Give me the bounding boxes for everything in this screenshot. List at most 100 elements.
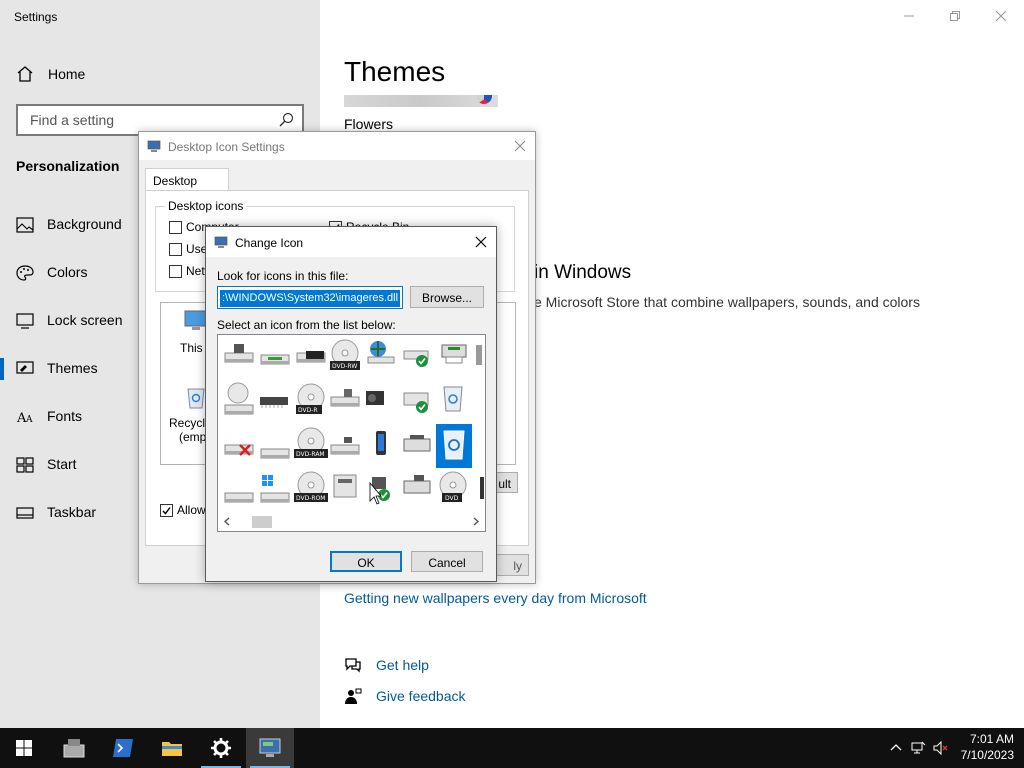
get-help-label: Get help bbox=[376, 657, 429, 673]
desktop-settings-icon bbox=[147, 140, 161, 152]
network-printer-icon[interactable] bbox=[403, 435, 431, 452]
search-input[interactable] bbox=[28, 111, 268, 129]
change-icon-app-icon bbox=[214, 236, 228, 248]
dvd-r-disc-icon[interactable]: DVD-R bbox=[296, 383, 325, 414]
taskbar-control-panel[interactable] bbox=[246, 728, 294, 768]
icon-file-path-field[interactable] bbox=[217, 286, 403, 309]
volume-muted-icon[interactable] bbox=[933, 740, 949, 756]
taskbar-powershell[interactable] bbox=[99, 728, 147, 768]
taskbar: 7:01 AM 7/10/2023 bbox=[0, 728, 1024, 768]
printer-icon[interactable] bbox=[441, 344, 467, 364]
recycle-full-icon[interactable] bbox=[443, 386, 463, 412]
wallpaper-link[interactable]: Getting new wallpapers every day from Mi… bbox=[344, 590, 647, 606]
cancel-button[interactable]: Cancel bbox=[411, 551, 483, 572]
chevron-up-icon[interactable] bbox=[888, 740, 904, 756]
dialog-titlebar[interactable]: Desktop Icon Settings bbox=[139, 132, 535, 160]
nav-label: Fonts bbox=[47, 408, 83, 424]
icon-grid[interactable]: DVD-RW DVD-R DVD-RAM DVD-ROM DVD bbox=[218, 335, 485, 513]
nav-label: Lock screen bbox=[47, 312, 123, 328]
horizontal-scrollbar[interactable] bbox=[219, 513, 484, 530]
apply-button[interactable]: ly bbox=[493, 554, 529, 576]
search-icon[interactable] bbox=[278, 112, 294, 128]
close-icon bbox=[995, 10, 1007, 22]
theme-preview-strip[interactable] bbox=[344, 95, 498, 107]
give-feedback-link[interactable]: Give feedback bbox=[344, 686, 466, 706]
network-drive-ok-icon[interactable] bbox=[403, 350, 429, 368]
restore-button[interactable] bbox=[932, 2, 978, 30]
start-button[interactable] bbox=[0, 728, 48, 768]
font-icon: AA bbox=[16, 411, 33, 425]
memory-chip-icon[interactable] bbox=[260, 397, 288, 408]
scrollbar-thumb[interactable] bbox=[252, 516, 272, 528]
checkbox-box bbox=[169, 264, 182, 278]
taskbar-server-manager[interactable] bbox=[50, 728, 98, 768]
mobile-phone-icon[interactable] bbox=[376, 431, 386, 455]
image-icon bbox=[16, 217, 34, 233]
home-nav[interactable]: Home bbox=[16, 62, 85, 86]
clock-date: 7/10/2023 bbox=[960, 748, 1014, 762]
floppy-drive-icon[interactable] bbox=[224, 344, 254, 363]
browse-button[interactable]: Browse... bbox=[410, 286, 484, 308]
server-manager-icon bbox=[63, 739, 85, 758]
help-chat-icon bbox=[345, 658, 361, 673]
disc-badge: DVD-ROM bbox=[296, 495, 325, 502]
give-feedback-label: Give feedback bbox=[376, 688, 466, 704]
dvd-drive-icon[interactable] bbox=[296, 351, 326, 363]
nav-label: Colors bbox=[47, 264, 88, 280]
dialog-title: Desktop Icon Settings bbox=[168, 140, 285, 154]
camcorder-icon[interactable] bbox=[366, 391, 384, 405]
svg-text:A: A bbox=[25, 415, 33, 425]
recycle-bin-selected-icon[interactable] bbox=[443, 430, 465, 460]
drive-error-icon[interactable] bbox=[224, 444, 254, 456]
recycle-bin-icon[interactable] bbox=[185, 384, 207, 410]
start-icon bbox=[16, 740, 32, 756]
hdd-disc-icon[interactable] bbox=[224, 382, 254, 415]
get-help-link[interactable]: Get help bbox=[344, 655, 429, 675]
feedback-person-icon bbox=[345, 688, 362, 704]
network-globe-icon[interactable] bbox=[367, 341, 395, 364]
partial-icon bbox=[476, 345, 482, 365]
close-icon[interactable] bbox=[474, 235, 488, 249]
dvd-rom-disc-icon[interactable]: DVD-ROM bbox=[294, 471, 328, 502]
store-heading: in Windows bbox=[534, 262, 632, 283]
removable-drive-icon[interactable] bbox=[260, 354, 290, 365]
drive-icon[interactable] bbox=[330, 389, 360, 407]
small-drive-icon[interactable] bbox=[224, 492, 254, 503]
taskbar-settings[interactable] bbox=[197, 728, 245, 768]
system-clock[interactable]: 7:01 AM 7/10/2023 bbox=[961, 731, 1014, 763]
fax-drive-icon[interactable] bbox=[403, 475, 431, 494]
scroll-left-icon[interactable] bbox=[223, 517, 231, 526]
tab-desktop-icons[interactable]: Desktop Icons bbox=[145, 168, 229, 202]
section-title: Personalization bbox=[16, 158, 120, 174]
flat-drive-icon[interactable] bbox=[260, 448, 290, 459]
scroll-right-icon[interactable] bbox=[472, 517, 480, 526]
partial-icon bbox=[480, 477, 484, 499]
close-button[interactable] bbox=[978, 2, 1024, 30]
dvd-rw-disc-icon[interactable]: DVD-RW bbox=[330, 339, 360, 370]
dvd-ram-disc-icon[interactable]: DVD-RAM bbox=[294, 427, 328, 458]
dialog-titlebar[interactable]: Change Icon bbox=[206, 227, 496, 257]
network-icon[interactable] bbox=[910, 740, 926, 756]
nav-label: Themes bbox=[47, 360, 98, 376]
nav-label: Start bbox=[47, 456, 77, 472]
nav-label: Background bbox=[47, 216, 122, 232]
drive-card-icon[interactable] bbox=[330, 437, 360, 455]
taskbar-file-explorer[interactable] bbox=[148, 728, 196, 768]
checkbox-box bbox=[169, 220, 182, 234]
control-panel-icon bbox=[259, 738, 281, 757]
minimize-button[interactable] bbox=[886, 2, 932, 30]
home-label: Home bbox=[48, 66, 86, 82]
dvd-disc-icon[interactable]: DVD bbox=[439, 471, 467, 502]
windows-drive-icon[interactable] bbox=[260, 475, 290, 503]
icon-list[interactable]: DVD-RW DVD-R DVD-RAM DVD-ROM DVD bbox=[217, 334, 486, 532]
checkbox-box bbox=[169, 242, 182, 256]
nav-label: Taskbar bbox=[47, 504, 97, 520]
close-icon[interactable] bbox=[513, 139, 527, 153]
media-drive-icon[interactable] bbox=[333, 474, 357, 498]
network-drive-check-icon[interactable] bbox=[403, 392, 429, 414]
powershell-icon bbox=[113, 739, 133, 757]
settings-gear-icon bbox=[211, 738, 231, 758]
ok-button[interactable]: OK bbox=[330, 551, 402, 572]
file-explorer-icon bbox=[162, 742, 182, 756]
icon-file-path-input[interactable] bbox=[220, 289, 400, 307]
